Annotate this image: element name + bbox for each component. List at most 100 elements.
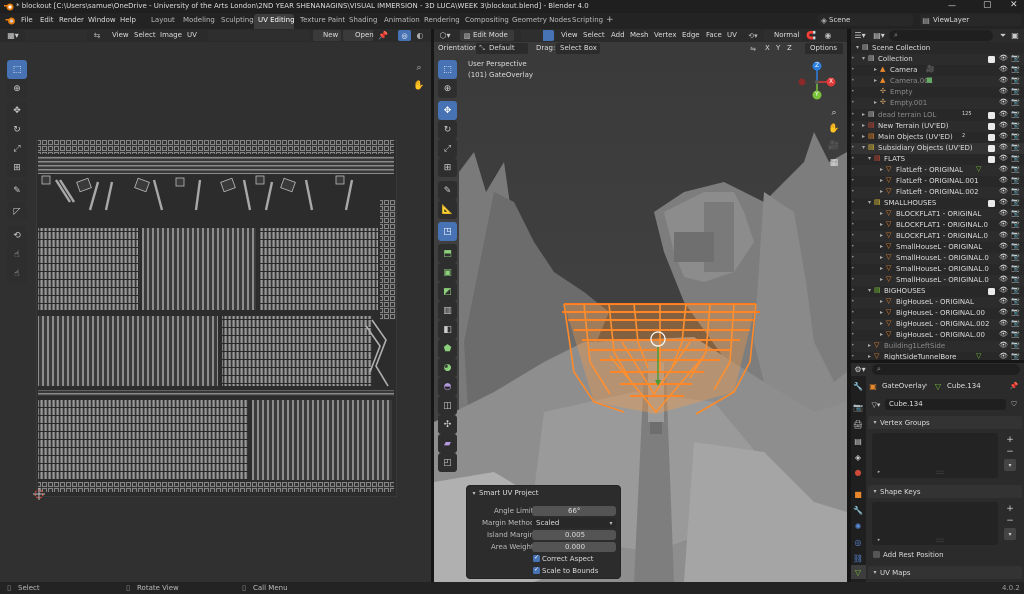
eye-icon[interactable]: 👁 [999,166,1008,173]
tab-rendering[interactable]: Rendering [424,17,460,24]
row-select-dot[interactable]: • [851,56,855,62]
vp-tool-rotate[interactable]: ↻ [438,120,457,139]
exclude-checkbox[interactable] [988,56,995,63]
object-tab-icon[interactable]: ■ [852,488,864,500]
camera-render-icon[interactable]: 📷 [1011,254,1020,261]
tab-shading[interactable]: Shading [349,17,377,24]
vp-menu-mesh[interactable]: Mesh [630,32,648,39]
shape-key-remove-icon[interactable]: − [1004,516,1016,526]
disclosure-triangle-icon[interactable]: ▸ [880,299,883,305]
camera-render-icon[interactable]: 📷 [1011,276,1020,283]
vp-tool-rip[interactable]: ◰ [438,453,457,472]
vp-tool-annotate[interactable]: ✎ [438,181,457,200]
disclosure-triangle-icon[interactable]: ▾ [856,45,859,51]
vp-tool-add-cube[interactable]: ◳ [438,222,457,241]
disclosure-triangle-icon[interactable]: ▾ [868,288,871,294]
vertex-group-resize-handle[interactable]: :::: [935,469,945,476]
row-select-dot[interactable]: • [851,332,855,338]
exclude-checkbox[interactable] [988,123,995,130]
shape-key-add-icon[interactable]: + [1004,503,1016,515]
data-icon[interactable]: ▽ [976,353,981,360]
vp-tool-extrude[interactable]: ⬒ [438,244,457,263]
disclosure-triangle-icon[interactable]: ▾ [862,145,865,151]
tab-uv-editing[interactable]: UV Editing [258,17,295,24]
camera-render-icon[interactable]: 📷 [1011,122,1020,129]
vp-tool-bevel[interactable]: ◩ [438,282,457,301]
blender-menu-icon[interactable] [4,15,16,26]
disclosure-triangle-icon[interactable]: ▸ [862,134,865,140]
eye-icon[interactable]: 👁 [999,210,1008,217]
vp-menu-view[interactable]: View [561,32,578,39]
vp-tool-move[interactable]: ✥ [438,101,457,120]
camera-render-icon[interactable]: 📷 [1011,210,1020,217]
tab-compositing[interactable]: Compositing [465,17,509,24]
uv-menu-select[interactable]: Select [134,32,156,39]
camera-render-icon[interactable]: 📷 [1011,298,1020,305]
eye-icon[interactable]: 👁 [999,133,1008,140]
row-select-dot[interactable]: • [851,145,855,151]
perspective-toggle-icon[interactable]: ▦ [828,157,840,169]
tool-cursor[interactable]: ⊕ [7,79,27,98]
vp-tool-poly-build[interactable]: ⬟ [438,339,457,358]
row-select-dot[interactable]: • [851,123,855,129]
row-select-dot[interactable]: • [851,310,855,316]
vp-tool-shrink[interactable]: ✣ [438,415,457,434]
vp-tool-measure[interactable]: 📐 [438,200,457,219]
disclosure-triangle-icon[interactable]: ▸ [880,310,883,316]
tool-transform[interactable]: ⊞ [7,158,27,177]
tool-tab-icon[interactable]: 🔧 [852,380,864,392]
output-tab-icon[interactable]: 🖨 [852,418,864,430]
eye-icon[interactable]: 👁 [999,188,1008,195]
tool-annotate[interactable]: ✎ [7,181,27,200]
menu-window[interactable]: Window [88,17,116,24]
vp-menu-add[interactable]: Add [611,32,625,39]
menu-render[interactable]: Render [59,17,84,24]
camera-render-icon[interactable]: 📷 [1011,265,1020,272]
uv-menu-view[interactable]: View [112,32,129,39]
maximize-button[interactable]: ▢ [983,1,992,10]
camera-render-icon[interactable]: 📷 [1011,309,1020,316]
row-select-dot[interactable]: • [851,299,855,305]
vp-tool-knife[interactable]: ◧ [438,320,457,339]
tab-geometry-nodes[interactable]: Geometry Nodes [512,17,571,24]
eye-icon[interactable]: 👁 [999,276,1008,283]
row-select-dot[interactable]: • [851,266,855,272]
display-mode-icon[interactable]: ▤▾ [872,30,886,41]
eye-icon[interactable]: 👁 [999,342,1008,349]
row-select-dot[interactable]: • [851,222,855,228]
data-icon[interactable]: ■ [926,77,933,84]
eye-icon[interactable]: 👁 [999,122,1008,129]
gizmo-toggle-icon[interactable]: ◎ [398,30,411,41]
row-select-dot[interactable]: • [851,255,855,261]
vp-tool-transform[interactable]: ⊞ [438,158,457,177]
vp-menu-edge[interactable]: Edge [682,32,700,39]
minimize-button[interactable]: — [948,2,956,10]
eye-icon[interactable]: 👁 [999,254,1008,261]
row-select-dot[interactable]: • [851,167,855,173]
outliner-search[interactable] [889,30,993,41]
vp-zoom-icon[interactable]: ⌕ [828,107,840,119]
disclosure-triangle-icon[interactable]: ▸ [880,178,883,184]
eye-icon[interactable]: 👁 [999,221,1008,228]
disclosure-triangle-icon[interactable]: ▸ [868,343,871,349]
row-select-dot[interactable]: • [851,156,855,162]
mesh-datablock-icon[interactable]: ▽▾ [869,399,883,410]
eye-icon[interactable]: 👁 [999,298,1008,305]
vertex-group-add-icon[interactable]: + [1004,434,1016,446]
tool-select-box[interactable]: ⬚ [7,60,27,79]
2d-cursor-icon[interactable] [33,488,45,500]
transform-orientation-icon[interactable]: ⟲▾ [744,30,762,41]
properties-editor-type-icon[interactable]: ⚙▾ [852,364,868,375]
eye-icon[interactable]: 👁 [999,232,1008,239]
vp-menu-select[interactable]: Select [583,32,605,39]
camera-render-icon[interactable]: 📷 [1011,232,1020,239]
menu-edit[interactable]: Edit [40,17,54,24]
disclosure-triangle-icon[interactable]: ▸ [862,112,865,118]
tab-texture-paint[interactable]: Texture Paint [300,17,345,24]
camera-render-icon[interactable]: 📷 [1011,77,1020,84]
modifier-tab-icon[interactable]: 🔧 [852,504,864,516]
view-layer-tab-icon[interactable]: ▤ [852,435,864,447]
zoom-icon[interactable]: ⌕ [413,62,425,74]
fake-user-icon[interactable]: ⛉ [1009,399,1019,410]
exclude-checkbox[interactable] [988,145,995,152]
